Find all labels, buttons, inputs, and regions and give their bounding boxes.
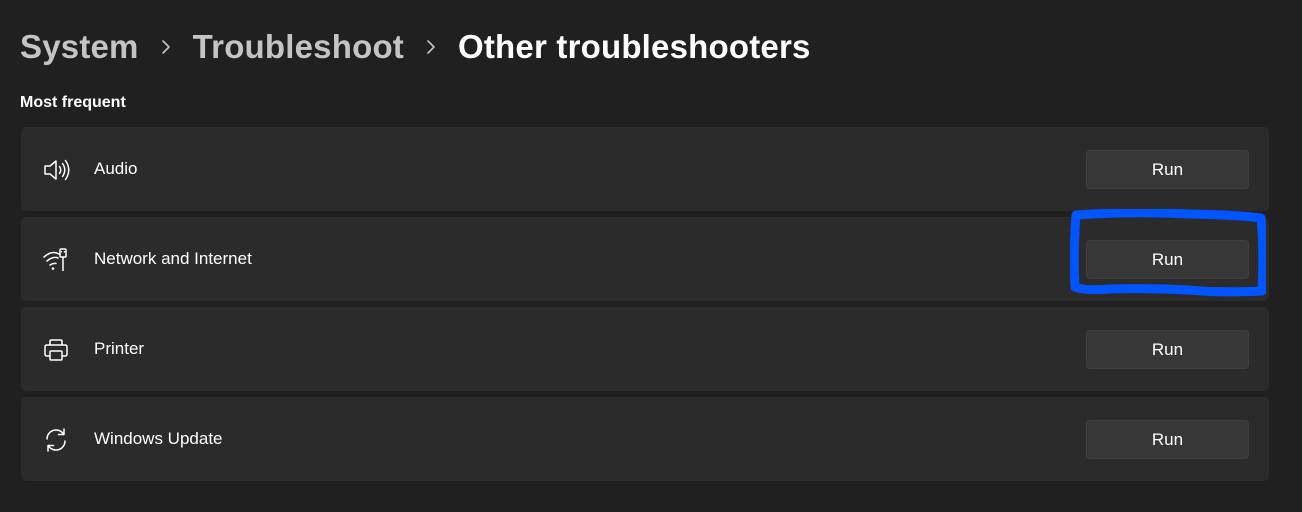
section-heading: Most frequent xyxy=(20,94,126,111)
troubleshooter-label: Printer xyxy=(94,339,145,358)
troubleshooter-row-audio: Audio Run xyxy=(21,127,1269,211)
chevron-right-icon xyxy=(404,39,458,55)
troubleshooter-label: Windows Update xyxy=(94,429,223,448)
speaker-icon xyxy=(42,156,70,184)
wifi-ethernet-icon xyxy=(42,246,70,274)
run-network-button[interactable]: Run xyxy=(1086,240,1249,279)
chevron-right-icon xyxy=(139,39,193,55)
breadcrumb-system[interactable]: System xyxy=(20,28,139,66)
run-printer-button[interactable]: Run xyxy=(1086,330,1249,369)
troubleshooter-row-windows-update: Windows Update Run xyxy=(21,397,1269,481)
troubleshooter-label: Audio xyxy=(94,159,138,178)
printer-icon xyxy=(42,336,70,364)
breadcrumb-troubleshoot[interactable]: Troubleshoot xyxy=(193,28,404,66)
troubleshooter-row-network: Network and Internet Run xyxy=(21,217,1269,301)
run-windows-update-button[interactable]: Run xyxy=(1086,420,1249,459)
breadcrumb: System Troubleshoot Other troubleshooter… xyxy=(20,24,811,70)
run-audio-button[interactable]: Run xyxy=(1086,150,1249,189)
troubleshooters-page: System Troubleshoot Other troubleshooter… xyxy=(0,0,1302,512)
troubleshooter-label: Network and Internet xyxy=(94,249,252,268)
sync-icon xyxy=(42,426,70,454)
troubleshooter-row-printer: Printer Run xyxy=(21,307,1269,391)
page-title: Other troubleshooters xyxy=(458,28,811,65)
